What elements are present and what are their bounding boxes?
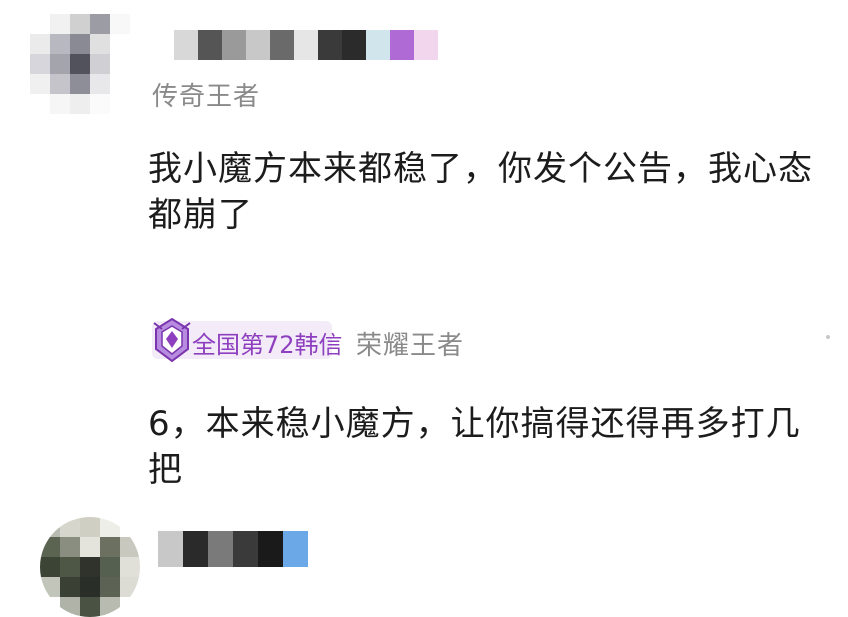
- mosaic-tile: [120, 517, 140, 537]
- mosaic-tile: [110, 14, 130, 34]
- avatar[interactable]: [30, 14, 130, 114]
- mosaic-tile: [246, 30, 270, 60]
- mosaic-tile: [342, 30, 366, 60]
- mosaic-tile: [390, 30, 414, 60]
- mosaic-tile: [70, 14, 90, 34]
- mosaic-tile: [100, 557, 120, 577]
- mosaic-tile: [40, 517, 60, 537]
- mosaic-tile: [70, 34, 90, 54]
- mosaic-tile: [100, 537, 120, 557]
- comment-text: 6，本来稳小魔方，让你搞得还得再多打几把: [148, 404, 801, 490]
- mosaic-tile: [233, 531, 258, 567]
- mosaic-tile: [40, 597, 60, 617]
- mosaic-tile: [80, 557, 100, 577]
- rank-label: 荣耀王者: [356, 331, 465, 361]
- comment-item: 传奇王者 我小魔方本来都稳了，你发个公告，我心态都崩了: [0, 0, 848, 255]
- mosaic-tile: [120, 597, 140, 617]
- mosaic-tile: [80, 537, 100, 557]
- mosaic-tile: [60, 517, 80, 537]
- mosaic-tile: [50, 54, 70, 74]
- username-blurred[interactable]: [150, 30, 440, 60]
- mosaic-tile: [90, 14, 110, 34]
- mosaic-tile: [100, 597, 120, 617]
- mosaic-tile: [120, 537, 140, 557]
- mosaic-tile: [100, 517, 120, 537]
- mosaic-tile: [70, 54, 90, 74]
- mosaic-tile: [183, 531, 208, 567]
- hero-rank-badge[interactable]: 全国第72韩信: [152, 317, 343, 363]
- mosaic-tile: [90, 94, 110, 114]
- mosaic-tile: [414, 30, 438, 60]
- mosaic-tile: [50, 34, 70, 54]
- comment-text: 我小魔方本来都稳了，你发个公告，我心态都崩了: [148, 149, 813, 235]
- mosaic-tile: [174, 30, 198, 60]
- mosaic-tile: [70, 94, 90, 114]
- mosaic-tile: [80, 597, 100, 617]
- mosaic-tile: [40, 557, 60, 577]
- comment-item: 全国第72韩信 荣耀王者 6，本来稳小魔方，让你搞得还得再多打几把: [0, 255, 848, 617]
- mosaic-tile: [294, 30, 318, 60]
- mosaic-tile: [40, 577, 60, 597]
- badge-label: 全国第72韩信: [192, 331, 343, 359]
- mosaic-tile: [90, 74, 110, 94]
- mosaic-tile: [60, 597, 80, 617]
- avatar[interactable]: [40, 517, 140, 617]
- mosaic-tile: [110, 94, 130, 114]
- mosaic-tile: [50, 14, 70, 34]
- dot-icon: [826, 335, 830, 339]
- mosaic-tile: [208, 531, 233, 567]
- username-blurred[interactable]: [158, 531, 308, 567]
- mosaic-tile: [90, 54, 110, 74]
- mosaic-tile: [258, 531, 283, 567]
- mosaic-tile: [110, 74, 130, 94]
- mosaic-tile: [120, 577, 140, 597]
- mosaic-tile: [150, 30, 174, 60]
- mosaic-tile: [90, 34, 110, 54]
- mosaic-tile: [30, 94, 50, 114]
- mosaic-tile: [110, 54, 130, 74]
- mosaic-tile: [120, 557, 140, 577]
- mosaic-tile: [100, 577, 120, 597]
- mosaic-tile: [80, 517, 100, 537]
- rank-label: 传奇王者: [152, 82, 261, 112]
- mosaic-tile: [222, 30, 246, 60]
- mosaic-tile: [198, 30, 222, 60]
- mosaic-tile: [40, 537, 60, 557]
- mosaic-tile: [30, 14, 50, 34]
- mosaic-tile: [158, 531, 183, 567]
- mosaic-tile: [30, 34, 50, 54]
- mosaic-tile: [318, 30, 342, 60]
- mosaic-tile: [283, 531, 308, 567]
- mosaic-tile: [110, 34, 130, 54]
- mosaic-tile: [366, 30, 390, 60]
- mosaic-tile: [60, 577, 80, 597]
- mosaic-tile: [60, 537, 80, 557]
- mosaic-tile: [80, 577, 100, 597]
- mosaic-tile: [70, 74, 90, 94]
- mosaic-tile: [30, 74, 50, 94]
- mosaic-tile: [30, 54, 50, 74]
- mosaic-tile: [50, 94, 70, 114]
- mosaic-tile: [50, 74, 70, 94]
- mosaic-tile: [270, 30, 294, 60]
- mosaic-tile: [60, 557, 80, 577]
- rank-emblem-icon: [153, 317, 191, 363]
